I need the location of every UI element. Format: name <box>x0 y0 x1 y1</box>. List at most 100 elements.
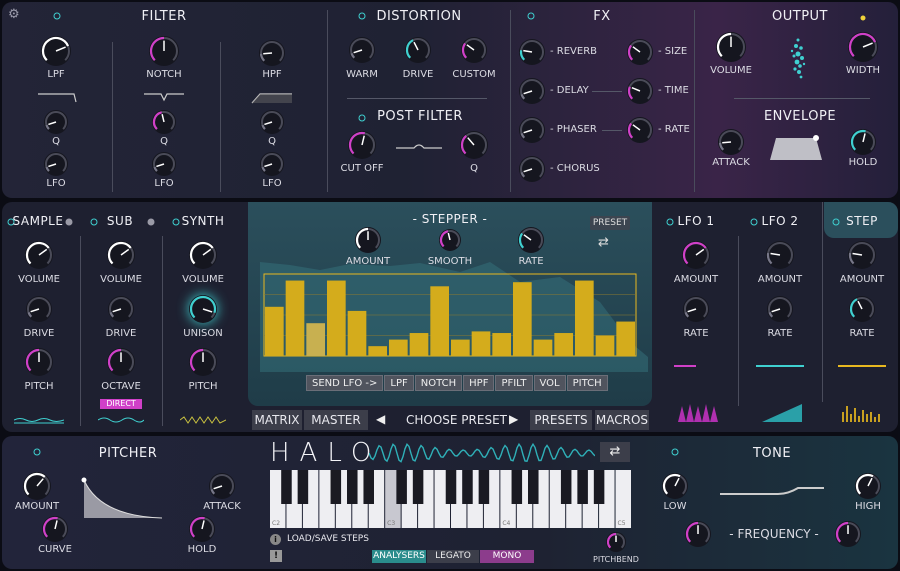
sample-drive-knob[interactable] <box>26 296 52 322</box>
pitchbend-knob[interactable] <box>606 532 626 552</box>
lfo2-rate-knob[interactable] <box>767 296 793 322</box>
lfo1-amount-knob[interactable] <box>682 241 710 269</box>
step-rate-knob[interactable] <box>849 296 875 322</box>
step-amount-knob[interactable] <box>848 241 876 269</box>
bottom-panel: PITCHER AMOUNT ATTACK CURVE HOLD HALO ⇄ … <box>2 436 898 569</box>
time-knob[interactable] <box>627 78 653 104</box>
sub-power-toggle[interactable] <box>90 218 98 226</box>
frequency-low-knob[interactable] <box>685 521 711 547</box>
choose-preset-label[interactable]: CHOOSE PRESET <box>406 413 507 427</box>
pitcher-amount-knob[interactable] <box>23 472 51 500</box>
synth-pitch-knob[interactable] <box>189 348 217 376</box>
info-icon[interactable]: i <box>270 534 281 545</box>
tone-power-toggle[interactable] <box>671 448 679 456</box>
size-knob[interactable] <box>627 39 653 65</box>
postfilter-power-toggle[interactable] <box>358 114 366 122</box>
low-knob[interactable] <box>662 473 688 499</box>
mono-button[interactable]: MONO <box>480 550 534 563</box>
drive-knob[interactable] <box>405 37 431 63</box>
sample-pitch-knob[interactable] <box>25 348 53 376</box>
step-bar-14 <box>554 333 573 356</box>
pitcher-hold-knob[interactable] <box>189 516 215 542</box>
shuffle-icon[interactable]: ⇄ <box>598 235 609 250</box>
volume-knob[interactable] <box>716 32 746 62</box>
macros-button[interactable]: MACROS <box>595 410 649 430</box>
tone-curve <box>720 487 824 495</box>
frequency-high-knob[interactable] <box>835 521 861 547</box>
hpf-q-knob[interactable] <box>260 110 284 134</box>
attack-knob[interactable] <box>718 129 744 155</box>
chorus-knob[interactable] <box>519 156 545 182</box>
synth-power-toggle[interactable] <box>172 218 180 226</box>
pitcher-power-toggle[interactable] <box>33 448 41 456</box>
step-power-toggle[interactable] <box>832 218 840 226</box>
reverb-knob[interactable] <box>519 39 545 65</box>
master-eq-button[interactable]: MASTER EQ <box>304 410 368 430</box>
send-button-2[interactable]: NOTCH <box>414 375 463 391</box>
randomize-button[interactable]: ⇄ <box>600 442 630 462</box>
custom-knob[interactable] <box>461 37 487 63</box>
distortion-power-toggle[interactable] <box>358 12 366 20</box>
delay-knob[interactable] <box>519 78 545 104</box>
send-lfo-bar: SEND LFO -> LPF NOTCH HPF PFILT VOL PITCH <box>306 375 608 391</box>
warm-knob[interactable] <box>349 37 375 63</box>
lfo1-rate-knob[interactable] <box>683 296 709 322</box>
black-key-2 <box>297 470 309 504</box>
filter-power-toggle[interactable] <box>53 12 61 20</box>
output-indicator <box>860 15 866 21</box>
step-sequencer-grid[interactable] <box>260 262 648 372</box>
prev-preset-icon[interactable]: ◀ <box>376 412 385 426</box>
cutoff-knob[interactable] <box>348 131 376 159</box>
sample-volume-knob[interactable] <box>25 241 53 269</box>
high-knob[interactable] <box>855 473 881 499</box>
matrix-button[interactable]: MATRIX <box>252 410 302 430</box>
send-button-6[interactable]: PITCH <box>566 375 608 391</box>
next-preset-icon[interactable]: ▶ <box>509 412 518 426</box>
step-bar-15 <box>575 280 594 356</box>
curve-knob[interactable] <box>42 516 68 542</box>
hpf-lfo-knob[interactable] <box>260 152 284 176</box>
legato-button[interactable]: LEGATO <box>427 550 479 563</box>
send-button-1[interactable]: LPF <box>384 375 414 391</box>
step-bar-4 <box>347 310 367 356</box>
unison-knob[interactable] <box>189 295 217 323</box>
send-button-3[interactable]: HPF <box>463 375 495 391</box>
lfo2-amount-knob[interactable] <box>766 241 794 269</box>
sub-volume-knob[interactable] <box>107 241 135 269</box>
load-save-steps-label[interactable]: LOAD/SAVE STEPS <box>287 534 369 544</box>
hold-knob[interactable] <box>850 129 876 155</box>
direct-button[interactable]: DIRECT <box>100 399 142 409</box>
lpf-q-knob[interactable] <box>44 110 68 134</box>
lfo1-power-toggle[interactable] <box>666 218 674 226</box>
hpf-knob[interactable] <box>259 40 285 66</box>
octave-knob[interactable] <box>107 348 135 376</box>
stepper-rate-knob[interactable] <box>518 227 544 253</box>
stepper-amount-knob[interactable] <box>355 227 381 253</box>
smooth-knob[interactable] <box>439 229 461 251</box>
lpf-lfo-knob[interactable] <box>44 152 68 176</box>
analysers-button[interactable]: ANALYSERS <box>372 550 426 563</box>
fx-power-toggle[interactable] <box>527 12 535 20</box>
notch-knob[interactable] <box>149 36 179 66</box>
rate-knob[interactable] <box>627 117 653 143</box>
step-bar-6 <box>389 339 408 356</box>
phaser-knob[interactable] <box>519 117 545 143</box>
sub-drive-knob[interactable] <box>108 296 134 322</box>
notch-q-knob[interactable] <box>152 110 176 134</box>
synth-volume-knob[interactable] <box>189 241 217 269</box>
gear-icon[interactable]: ⚙ <box>8 8 22 22</box>
warning-icon[interactable]: ! <box>270 550 282 562</box>
presets-button[interactable]: PRESETS <box>530 410 592 430</box>
preset-button[interactable]: PRESET <box>590 216 630 230</box>
send-button-5[interactable]: VOL <box>533 375 566 391</box>
sub-waveform <box>98 417 144 423</box>
send-button-4[interactable]: PFILT <box>495 375 533 391</box>
pitcher-attack-knob[interactable] <box>209 473 235 499</box>
notch-lfo-knob[interactable] <box>152 152 176 176</box>
postfilter-q-knob[interactable] <box>460 131 488 159</box>
lpf-knob[interactable] <box>41 36 71 66</box>
width-knob[interactable] <box>848 32 878 62</box>
piano-keyboard[interactable]: C2 C3 C4 C5 <box>270 470 632 528</box>
lfo2-power-toggle[interactable] <box>750 218 758 226</box>
send-button-0[interactable]: SEND LFO -> <box>306 375 384 391</box>
